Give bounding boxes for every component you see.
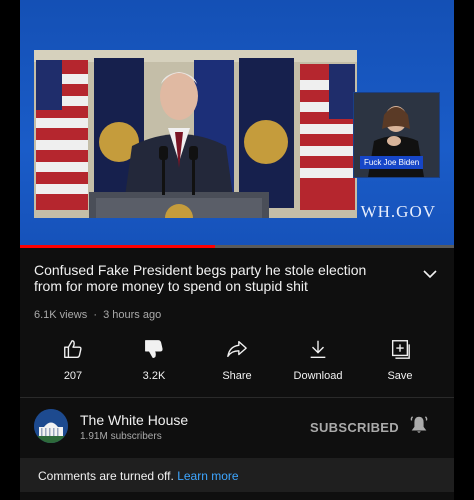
action-row: 207 3.2K Share Download Save — [20, 338, 454, 388]
video-meta: 6.1K views · 3 hours ago — [34, 309, 161, 321]
channel-avatar[interactable] — [34, 409, 68, 443]
download-icon — [310, 340, 326, 358]
subscribed-button[interactable]: SUBSCRIBED — [310, 420, 399, 435]
video-progress-bar[interactable] — [20, 245, 454, 248]
notification-bell-icon[interactable] — [408, 414, 430, 436]
channel-row[interactable]: The White House 1.91M subscribers SUBSCR… — [20, 398, 454, 456]
download-button[interactable]: Download — [283, 338, 353, 382]
share-button[interactable]: Share — [202, 338, 272, 382]
view-count: 6.1K views — [34, 309, 88, 321]
comments-status: Comments are turned off. Learn more — [38, 469, 239, 483]
wh-gov-watermark: WH.GOV — [360, 202, 436, 221]
comments-section: Comments are turned off. Learn more — [20, 458, 454, 492]
meta-separator: · — [90, 309, 101, 321]
video-progress-fill — [20, 245, 216, 248]
share-label: Share — [222, 370, 252, 382]
download-label: Download — [293, 370, 343, 382]
comments-off-text: Comments are turned off. — [38, 469, 174, 483]
dislike-count: 3.2K — [142, 370, 166, 382]
upload-age: 3 hours ago — [103, 309, 162, 321]
thumbs-up-icon — [64, 340, 82, 358]
subscriber-count: 1.91M subscribers — [80, 431, 162, 442]
white-house-logo-icon — [34, 409, 68, 443]
channel-name[interactable]: The White House — [80, 412, 188, 428]
video-title: Confused Fake President begs party he st… — [34, 262, 367, 294]
chevron-down-icon[interactable] — [422, 266, 438, 282]
video-player[interactable]: Fuck Joe Biden WH.GOV — [20, 0, 454, 247]
share-icon — [227, 340, 247, 358]
interpreter-inset: Fuck Joe Biden — [353, 92, 440, 178]
like-button[interactable]: 207 — [38, 338, 108, 382]
save-label: Save — [387, 370, 413, 382]
podium-scene-image — [34, 50, 357, 218]
interpreter-caption: Fuck Joe Biden — [360, 156, 424, 169]
thumbs-down-icon — [145, 340, 163, 358]
like-count: 207 — [63, 370, 83, 382]
video-frame — [34, 50, 357, 218]
save-button[interactable]: Save — [365, 338, 435, 382]
dislike-button[interactable]: 3.2K — [119, 338, 189, 382]
save-icon — [391, 340, 410, 359]
learn-more-link[interactable]: Learn more — [177, 469, 238, 483]
app-frame: Fuck Joe Biden WH.GOV Confused Fake Pres… — [20, 0, 454, 500]
